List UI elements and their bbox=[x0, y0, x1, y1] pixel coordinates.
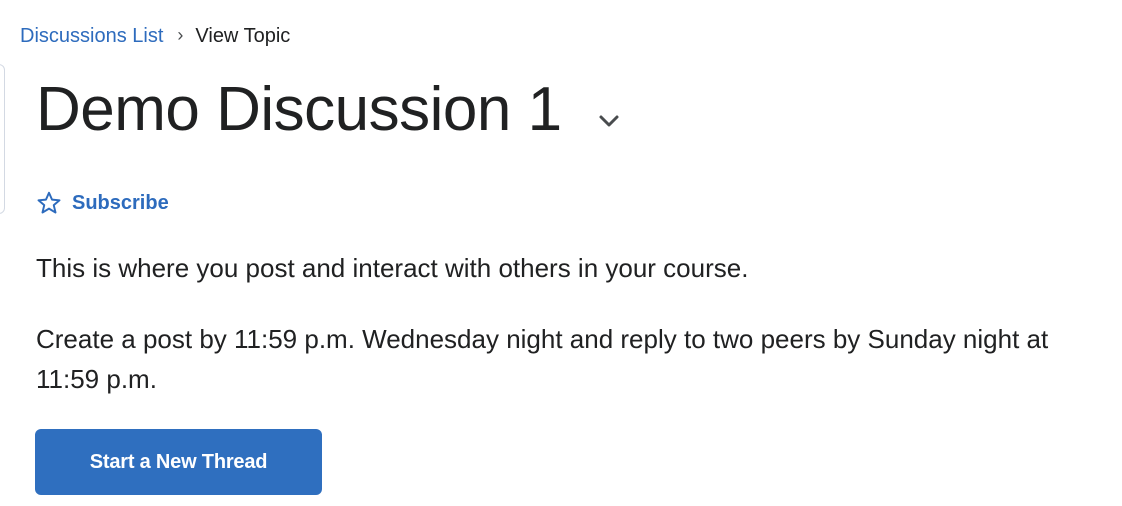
side-panel-edge[interactable] bbox=[0, 64, 5, 214]
chevron-down-icon bbox=[599, 115, 619, 127]
breadcrumb-discussions-list-link[interactable]: Discussions List bbox=[20, 24, 163, 48]
subscribe-button[interactable]: Subscribe bbox=[36, 190, 169, 216]
breadcrumb: Discussions List › View Topic bbox=[20, 24, 290, 48]
start-new-thread-button[interactable]: Start a New Thread bbox=[35, 429, 322, 495]
title-row: Demo Discussion 1 bbox=[36, 72, 624, 148]
subscribe-label: Subscribe bbox=[72, 192, 169, 214]
star-outline-icon bbox=[37, 191, 61, 214]
breadcrumb-separator-icon: › bbox=[177, 25, 184, 45]
page-title: Demo Discussion 1 bbox=[36, 75, 562, 144]
topic-instructions-paragraph: Create a post by 11:59 p.m. Wednesday ni… bbox=[36, 324, 1049, 394]
topic-description-paragraph: This is where you post and interact with… bbox=[36, 253, 749, 283]
breadcrumb-current: View Topic bbox=[195, 25, 291, 47]
discussion-topic-page: Discussions List › View Topic Demo Discu… bbox=[0, 0, 1122, 506]
topic-actions-menu-button[interactable] bbox=[594, 106, 624, 136]
